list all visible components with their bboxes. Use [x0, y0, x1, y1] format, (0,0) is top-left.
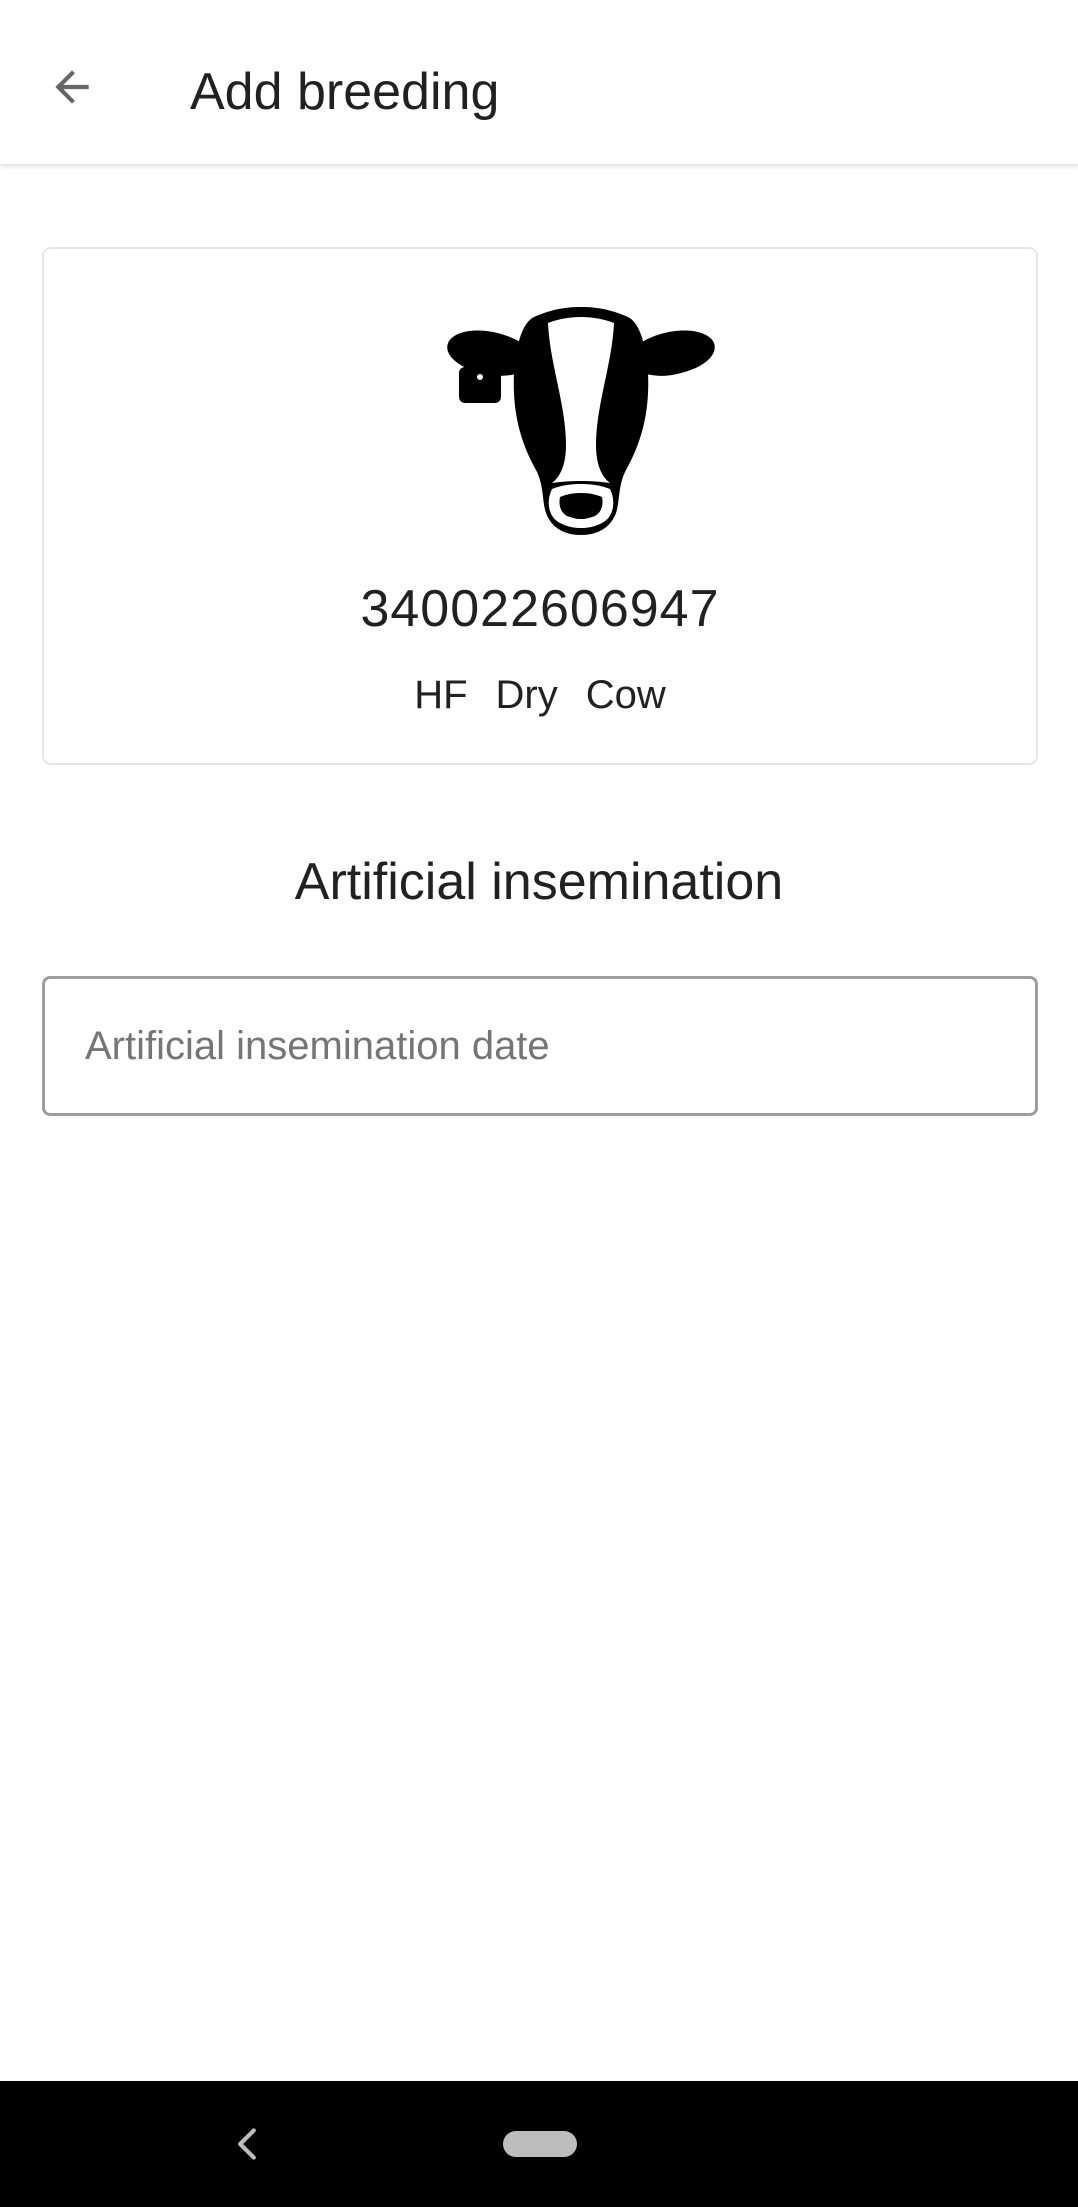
- animal-card: 340022606947 HF Dry Cow: [42, 247, 1038, 765]
- nav-home-pill-icon[interactable]: [503, 2131, 577, 2157]
- breed-tag: HF: [414, 673, 468, 717]
- arrow-back-icon: [55, 70, 89, 104]
- nav-back-chevron-icon: [238, 2128, 256, 2160]
- animal-tags: HF Dry Cow: [44, 673, 1036, 718]
- nav-back-button[interactable]: [222, 2119, 272, 2169]
- animal-id: 340022606947: [360, 580, 720, 638]
- category-tag: Cow: [585, 673, 666, 717]
- cow-head-icon: [446, 305, 716, 535]
- system-navigation-bar: [0, 2081, 1078, 2207]
- status-tag: Dry: [495, 673, 558, 717]
- page-title: Add breeding: [190, 63, 500, 121]
- insemination-date-input[interactable]: [42, 976, 1038, 1116]
- back-button[interactable]: [26, 41, 118, 133]
- app-bar: Add breeding: [0, 0, 1078, 164]
- section-title: Artificial insemination: [294, 853, 784, 911]
